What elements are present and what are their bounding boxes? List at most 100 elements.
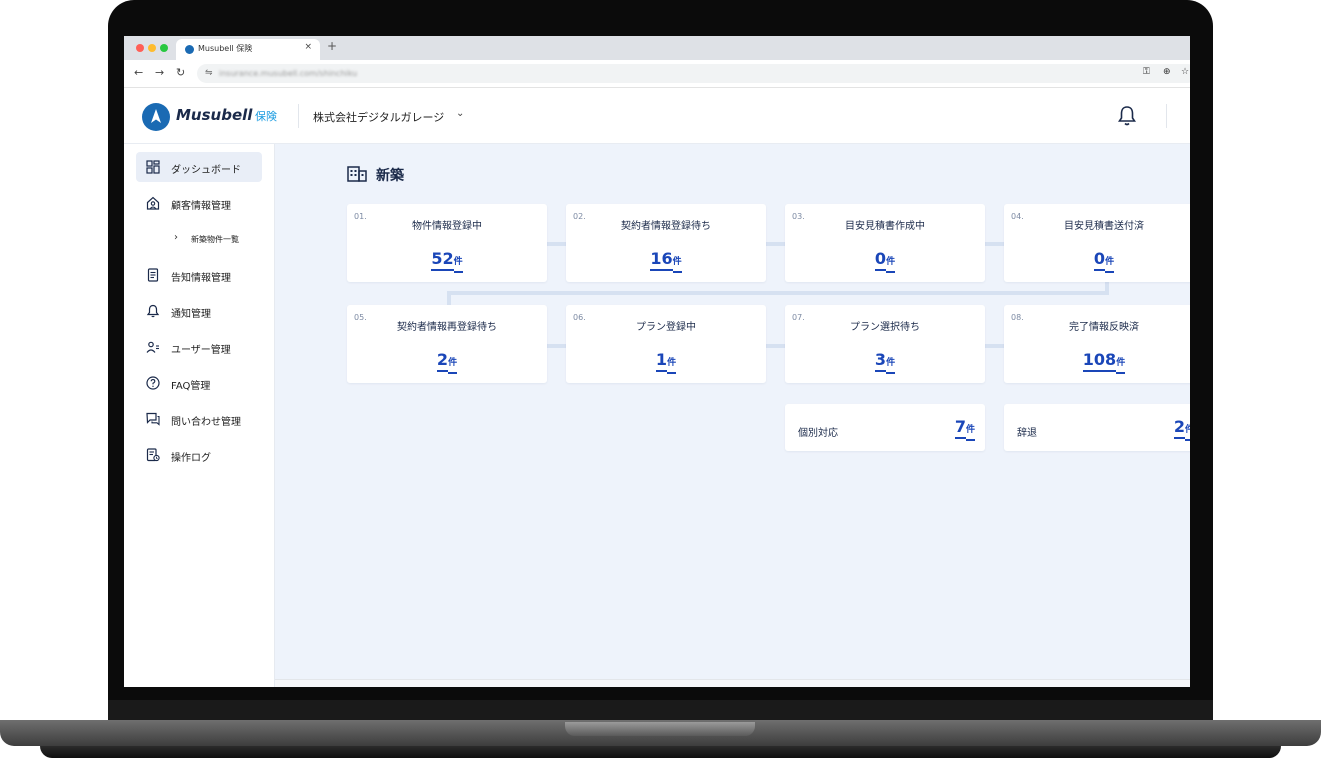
sidebar-item-customers[interactable]: 顧客情報管理 bbox=[136, 188, 262, 218]
new-tab-button[interactable]: + bbox=[327, 39, 337, 53]
status-card-6[interactable]: 06. プラン登録中 1件 bbox=[566, 305, 766, 383]
status-card-declined[interactable]: 辞退 2件 bbox=[1004, 404, 1190, 451]
document-icon bbox=[147, 268, 159, 282]
sidebar-item-label: 操作ログ bbox=[171, 453, 211, 464]
url-text: insurance.musubell.com/shinchiku bbox=[219, 69, 358, 78]
status-card-3[interactable]: 03. 目安見積書作成中 0件 bbox=[785, 204, 985, 282]
status-card-5[interactable]: 05. 契約者情報再登録待ち 2件 bbox=[347, 305, 547, 383]
card-count[interactable]: 16件 bbox=[566, 249, 766, 273]
section-title: 新築 bbox=[376, 168, 404, 184]
site-info-icon[interactable]: ⇋ bbox=[205, 68, 213, 78]
tab-close-icon[interactable]: × bbox=[304, 42, 312, 52]
card-label: 目安見積書作成中 bbox=[845, 221, 925, 232]
count-unit: 件 bbox=[453, 257, 463, 273]
count-value: 1 bbox=[655, 350, 668, 372]
count-value: 16 bbox=[650, 249, 673, 271]
sidebar-item-inquiries[interactable]: 問い合わせ管理 bbox=[136, 404, 262, 434]
card-label: 契約者情報登録待ち bbox=[621, 221, 711, 232]
count-unit: 件 bbox=[667, 358, 677, 374]
sidebar-subitem-new-properties[interactable]: › 新築物件一覧 bbox=[136, 224, 262, 254]
count-unit: 件 bbox=[965, 425, 975, 441]
count-unit: 件 bbox=[886, 358, 896, 374]
count-unit: 件 bbox=[672, 257, 682, 273]
status-card-4[interactable]: 04. 目安見積書送付済 0件 bbox=[1004, 204, 1190, 282]
count-unit: 件 bbox=[1184, 425, 1190, 441]
flow-connector bbox=[547, 344, 567, 348]
screen: Musubell 保険 × + ← → ↻ ⇋ insurance.musube… bbox=[124, 36, 1190, 687]
reload-icon[interactable]: ↻ bbox=[176, 66, 185, 79]
sidebar-item-label: 通知管理 bbox=[171, 309, 211, 320]
key-icon[interactable]: ⚿ bbox=[1143, 67, 1150, 77]
count-unit: 件 bbox=[1116, 358, 1126, 374]
sidebar-item-disclosure[interactable]: 告知情報管理 bbox=[136, 260, 262, 290]
chevron-right-icon: › bbox=[174, 232, 178, 243]
sidebar-item-label: 問い合わせ管理 bbox=[171, 417, 241, 428]
status-card-2[interactable]: 02. 契約者情報登録待ち 16件 bbox=[566, 204, 766, 282]
card-label: 契約者情報再登録待ち bbox=[397, 322, 497, 333]
flow-connector bbox=[447, 291, 451, 306]
card-count[interactable]: 3件 bbox=[785, 350, 985, 374]
logo-text: Musubell bbox=[176, 106, 253, 124]
chat-icon bbox=[146, 412, 160, 426]
dashboard-icon bbox=[146, 160, 160, 174]
card-label: プラン登録中 bbox=[636, 322, 696, 333]
flow-connector bbox=[447, 291, 1109, 295]
sidebar-item-label: ダッシュボード bbox=[171, 165, 241, 176]
bell-icon bbox=[146, 304, 160, 318]
sidebar-item-label: FAQ管理 bbox=[171, 381, 211, 392]
address-bar: ← → ↻ ⇋ insurance.musubell.com/shinchiku… bbox=[124, 60, 1190, 88]
minimize-window-button[interactable] bbox=[148, 44, 156, 52]
sidebar-item-users[interactable]: ユーザー管理 bbox=[136, 332, 262, 362]
zoom-icon[interactable]: ⊕ bbox=[1163, 67, 1171, 77]
main-footer-strip bbox=[275, 679, 1190, 687]
sidebar-item-dashboard[interactable]: ダッシュボード bbox=[136, 152, 262, 182]
header-divider bbox=[298, 104, 299, 128]
card-count[interactable]: 2件 bbox=[1173, 417, 1190, 441]
main-content: 新築 01. 物件情報登録中 52件 02. 契約者情報登録待ち 16件 03.… bbox=[275, 144, 1190, 679]
question-icon bbox=[146, 376, 160, 390]
forward-icon[interactable]: → bbox=[155, 66, 164, 79]
header-divider bbox=[1166, 104, 1167, 128]
flow-connector bbox=[766, 242, 786, 246]
browser-tab-bar: Musubell 保険 × + bbox=[124, 36, 1190, 60]
app-header: Musubell 保険 株式会社デジタルガレージ ⌄ bbox=[124, 88, 1190, 144]
status-card-8[interactable]: 08. 完了情報反映済 108件 bbox=[1004, 305, 1190, 383]
status-card-7[interactable]: 07. プラン選択待ち 3件 bbox=[785, 305, 985, 383]
status-card-individual[interactable]: 個別対応 7件 bbox=[785, 404, 985, 451]
count-value: 0 bbox=[874, 249, 887, 271]
card-label: 完了情報反映済 bbox=[1069, 322, 1139, 333]
card-count[interactable]: 0件 bbox=[1004, 249, 1190, 273]
chevron-down-icon[interactable]: ⌄ bbox=[456, 108, 464, 119]
card-count[interactable]: 108件 bbox=[1004, 350, 1190, 374]
company-selector[interactable]: 株式会社デジタルガレージ bbox=[313, 109, 444, 125]
building-icon bbox=[347, 166, 367, 182]
card-label: 物件情報登録中 bbox=[412, 221, 482, 232]
bell-icon[interactable] bbox=[1117, 105, 1137, 127]
count-value: 52 bbox=[431, 249, 454, 271]
browser-tab[interactable]: Musubell 保険 × bbox=[176, 39, 320, 60]
logo-icon bbox=[142, 103, 170, 131]
close-window-button[interactable] bbox=[136, 44, 144, 52]
count-unit: 件 bbox=[1105, 257, 1115, 273]
sidebar-item-faq[interactable]: FAQ管理 bbox=[136, 368, 262, 398]
card-count[interactable]: 0件 bbox=[785, 249, 985, 273]
card-label: 目安見積書送付済 bbox=[1064, 221, 1144, 232]
count-value: 7 bbox=[954, 417, 966, 439]
sidebar-item-notifications[interactable]: 通知管理 bbox=[136, 296, 262, 326]
back-icon[interactable]: ← bbox=[134, 66, 143, 79]
bookmark-star-icon[interactable]: ☆ bbox=[1181, 67, 1189, 77]
logo-subtitle: 保険 bbox=[255, 110, 277, 123]
card-count[interactable]: 7件 bbox=[954, 417, 975, 441]
card-count[interactable]: 1件 bbox=[566, 350, 766, 374]
count-value: 0 bbox=[1093, 249, 1106, 271]
tab-title: Musubell 保険 bbox=[198, 44, 253, 53]
sidebar-item-operation-log[interactable]: 操作ログ bbox=[136, 440, 262, 470]
status-card-1[interactable]: 01. 物件情報登録中 52件 bbox=[347, 204, 547, 282]
flow-connector bbox=[985, 344, 1005, 348]
flow-connector bbox=[985, 242, 1005, 246]
zoom-window-button[interactable] bbox=[160, 44, 168, 52]
card-count[interactable]: 2件 bbox=[347, 350, 547, 374]
card-count[interactable]: 52件 bbox=[347, 249, 547, 273]
url-input[interactable]: ⇋ insurance.musubell.com/shinchiku bbox=[197, 64, 1190, 83]
favicon-icon bbox=[185, 45, 194, 54]
